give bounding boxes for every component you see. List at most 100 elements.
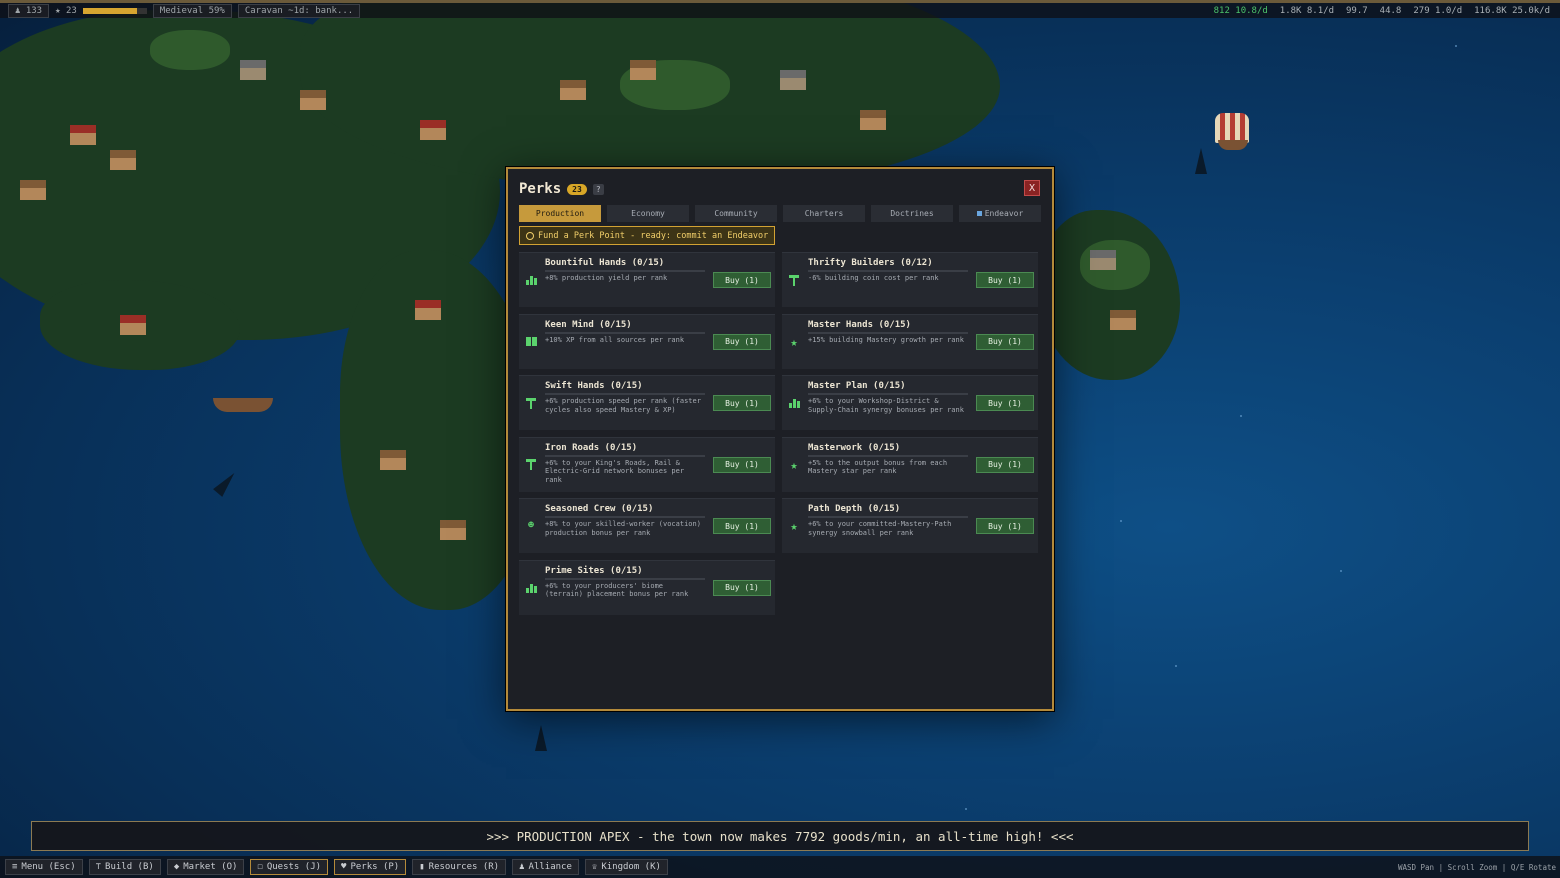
perk-tabs: Production Economy Community Charters Doctri… [519, 205, 1041, 222]
buy-perk-button[interactable]: Buy (1) [713, 395, 771, 411]
perk-divider [545, 270, 705, 272]
building [560, 80, 586, 100]
tab-doctrines[interactable]: Doctrines [871, 205, 953, 222]
perk-name: Path Depth (0/15) [808, 504, 901, 514]
sea-sparkle [1240, 415, 1242, 417]
endeavor-icon [976, 211, 982, 216]
perk-divider [808, 331, 968, 334]
resource-stat[interactable]: 99.7 [1346, 6, 1368, 16]
nav-quests-button[interactable]: ☐ Quests (J) [250, 859, 329, 875]
perk-description: +15% building Mastery growth per rank [808, 335, 964, 344]
tab-endeavor[interactable]: Endeavor [959, 205, 1041, 222]
nav-label: Resources (R) [428, 862, 500, 872]
nav-market-button[interactable]: ◆ Market (O) [166, 859, 245, 875]
shore [150, 30, 230, 70]
tab-community[interactable]: Community [695, 205, 777, 222]
fund-label: Fund a Perk Point - ready: commit an End… [538, 230, 769, 241]
buy-perk-button[interactable]: Buy (1) [976, 456, 1034, 473]
building [380, 450, 406, 470]
perk-description: +6% to your producers' biome (terrain) p… [545, 581, 689, 599]
sea-sparkle [1175, 665, 1177, 667]
buy-perk-button[interactable]: Buy (1) [713, 333, 771, 350]
controls-hint: WASD Pan | Scroll Zoom | Q/E Rotate [1397, 862, 1556, 872]
era-chip[interactable]: Medieval 59% [152, 3, 232, 18]
nav-alliance-button[interactable]: ♟ Alliance [512, 859, 579, 875]
quest-icon: ☐ [257, 862, 263, 872]
perk-description: +6% to your King's Roads, Rail & Electri… [545, 458, 685, 484]
help-button[interactable]: ? [592, 183, 604, 195]
resource-stat[interactable]: 44.8 [1380, 6, 1402, 16]
perk-name: Thrifty Builders (0/12) [808, 258, 933, 268]
perk-divider [545, 516, 705, 518]
shark-fin [535, 725, 547, 751]
nav-kingdom-button[interactable]: ♕ Kingdom (K) [584, 859, 668, 875]
building [440, 520, 466, 540]
nav-label: Alliance [528, 862, 572, 872]
bars-icon: ▮ [419, 862, 425, 872]
perk-divider [545, 331, 705, 334]
nav-label: Build (B) [105, 862, 154, 872]
nav-perks-button[interactable]: ♥ Perks (P) [334, 859, 407, 875]
perk-card: Swift Hands (0/15) +6% production speed p… [519, 375, 775, 430]
buy-perk-button[interactable]: Buy (1) [976, 333, 1034, 350]
hammer-icon [525, 459, 537, 471]
perk-description: +6% production speed per rank (faster cy… [545, 397, 701, 414]
building [1110, 310, 1136, 330]
buy-perk-button[interactable]: Buy (1) [713, 272, 771, 288]
perk-name: Bountiful Hands (0/15) [545, 258, 665, 268]
nav-build-button[interactable]: ⊤ Build (B) [88, 859, 161, 875]
buy-perk-button[interactable]: Buy (1) [976, 395, 1034, 411]
resource-stat[interactable]: 812 10.8/d [1214, 6, 1268, 16]
bars-icon [525, 274, 537, 286]
sea-sparkle [1120, 520, 1122, 522]
perk-card: Thrifty Builders (0/12) -6% building coin… [782, 252, 1038, 307]
buy-perk-button[interactable]: Buy (1) [713, 518, 771, 534]
perk-points-badge: 23 [567, 183, 587, 195]
perk-description: -6% building coin cost per rank [808, 274, 939, 282]
perk-name: Keen Mind (0/15) [545, 319, 632, 330]
tab-production[interactable]: Production [519, 205, 601, 222]
perks-title: Perks [519, 181, 562, 197]
bottom-nav: ≡ Menu (Esc) ⊤ Build (B) ◆ Market (O) ☐ Quests … [0, 859, 668, 875]
menu-icon: ≡ [12, 862, 18, 872]
stars-chip[interactable]: ★ 23 [55, 6, 77, 16]
perk-name: Masterwork (0/15) [808, 442, 901, 453]
tab-label: Economy [631, 209, 665, 218]
perk-card: ★ Path Depth (0/15) +6% to your committed-… [782, 498, 1038, 553]
bars-icon [525, 582, 537, 594]
resource-stats: 812 10.8/d 1.8K 8.1/d 99.7 44.8 279 1.0/d 116… [1214, 6, 1560, 16]
people-icon: ♟ [519, 862, 525, 872]
perk-name: Iron Roads (0/15) [545, 442, 638, 453]
perk-divider [545, 454, 705, 457]
perk-name: Swift Hands (0/15) [545, 381, 643, 391]
close-button[interactable]: X [1024, 180, 1040, 196]
resource-stat[interactable]: 1.8K 8.1/d [1280, 6, 1334, 16]
nav-resources-button[interactable]: ▮ Resources (R) [412, 859, 507, 875]
perk-card: Bountiful Hands (0/15) +8% production yie… [519, 252, 775, 307]
buy-perk-button[interactable]: Buy (1) [976, 272, 1034, 288]
tab-economy[interactable]: Economy [607, 205, 689, 222]
perk-card: ☻ Seasoned Crew (0/15) +8% to your skilled… [519, 498, 775, 553]
perk-divider [808, 270, 968, 272]
sea-sparkle [1455, 45, 1457, 47]
crown-icon: ♕ [591, 862, 598, 872]
fund-perk-point-button[interactable]: Fund a Perk Point - ready: commit an End… [519, 226, 775, 245]
resource-stat[interactable]: 116.8K 25.0k/d [1474, 6, 1550, 16]
building [630, 60, 656, 80]
resource-stat[interactable]: 279 1.0/d [1413, 6, 1462, 16]
population-chip[interactable]: ♟ 133 [8, 3, 50, 18]
perk-divider [545, 577, 705, 580]
buy-perk-button[interactable]: Buy (1) [976, 518, 1034, 534]
nav-menu-button[interactable]: ≡ Menu (Esc) [5, 859, 83, 875]
building [860, 110, 886, 130]
tab-label: Production [535, 209, 585, 218]
perk-name: Master Plan (0/15) [808, 381, 906, 391]
perk-description: +6% to your Workshop-District & Supply-C… [808, 397, 964, 414]
heart-icon: ♥ [341, 862, 347, 872]
caravan-chip[interactable]: Caravan ~1d: bank... [237, 3, 361, 18]
nav-label: Perks (P) [350, 862, 400, 872]
tab-charters[interactable]: Charters [783, 205, 865, 222]
book-icon [525, 336, 537, 348]
buy-perk-button[interactable]: Buy (1) [713, 579, 771, 596]
buy-perk-button[interactable]: Buy (1) [713, 456, 771, 473]
